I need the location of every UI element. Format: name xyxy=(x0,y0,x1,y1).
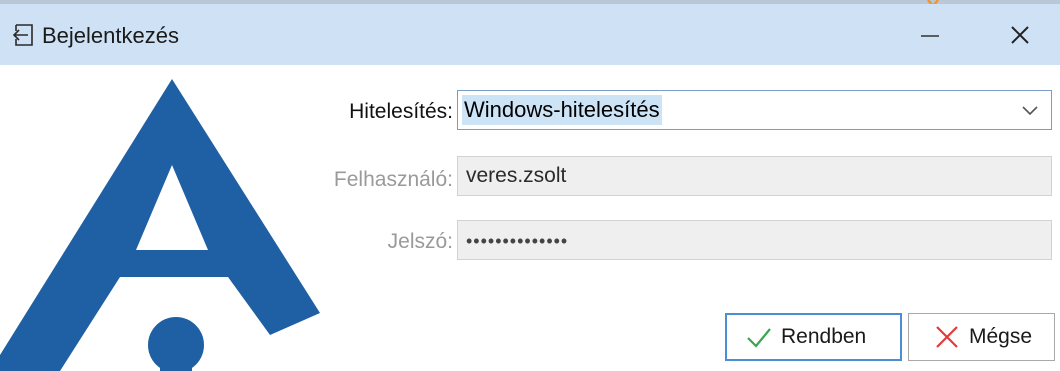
ok-button-label: Rendben xyxy=(781,325,867,348)
username-label: Felhasználó: xyxy=(333,168,453,191)
close-x-icon xyxy=(936,326,958,348)
minimize-button[interactable] xyxy=(900,12,960,58)
window-title: Bejelentkezés xyxy=(42,23,179,48)
password-field[interactable]: •••••••••••••• xyxy=(457,220,1052,260)
auth-label: Hitelesítés: xyxy=(349,100,453,123)
cancel-button[interactable]: Mégse xyxy=(908,313,1055,361)
chevron-down-icon[interactable] xyxy=(1021,101,1039,119)
password-label: Jelszó: xyxy=(387,230,453,253)
username-value: veres.zsolt xyxy=(466,164,567,187)
checkmark-icon xyxy=(747,328,771,348)
minimize-icon xyxy=(921,35,939,37)
auth-method-select[interactable]: Windows-hitelesítés xyxy=(457,90,1052,130)
login-icon xyxy=(12,24,33,46)
close-window-button[interactable] xyxy=(990,12,1050,58)
title-bar[interactable]: Bejelentkezés xyxy=(0,4,1060,65)
password-value: •••••••••••••• xyxy=(466,231,569,251)
username-field[interactable]: veres.zsolt xyxy=(457,156,1052,196)
ok-button[interactable]: Rendben xyxy=(725,313,902,361)
dialog-body: Hitelesítés: Windows-hitelesítés Felhasz… xyxy=(0,65,1060,371)
auth-method-value: Windows-hitelesítés xyxy=(462,95,662,125)
cancel-button-label: Mégse xyxy=(969,325,1033,348)
close-icon xyxy=(1011,26,1029,44)
